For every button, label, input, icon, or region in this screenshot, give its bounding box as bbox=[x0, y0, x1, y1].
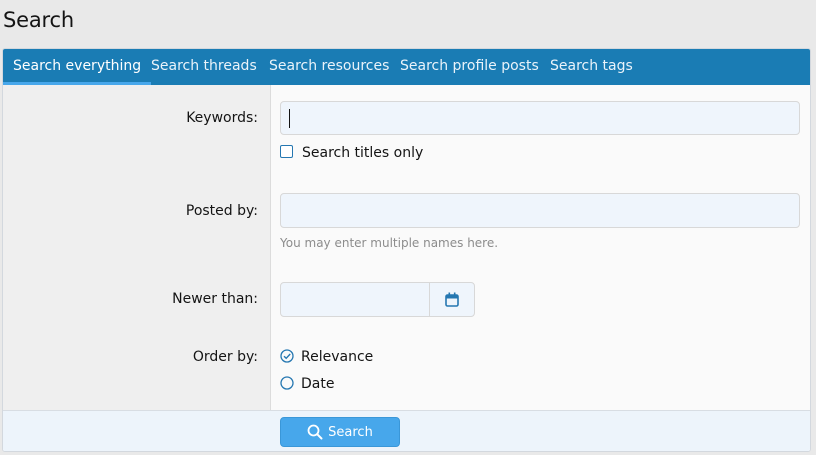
search-tabs: Search everything Search threads Search … bbox=[3, 49, 810, 85]
search-submit-button[interactable]: Search bbox=[280, 417, 400, 447]
posted-by-hint: You may enter multiple names here. bbox=[280, 236, 499, 250]
posted-by-input[interactable] bbox=[280, 193, 800, 228]
tab-search-threads[interactable]: Search threads bbox=[151, 49, 257, 85]
text-caret bbox=[289, 109, 290, 128]
date-picker-button[interactable] bbox=[429, 283, 474, 316]
order-by-label: Order by: bbox=[192, 349, 258, 365]
newer-than-date-input[interactable] bbox=[280, 282, 475, 317]
tab-search-resources[interactable]: Search resources bbox=[269, 49, 389, 85]
search-icon bbox=[307, 424, 323, 440]
form-footer: Search bbox=[3, 410, 810, 451]
tab-search-everything[interactable]: Search everything bbox=[3, 49, 152, 85]
posted-by-label: Posted by: bbox=[185, 203, 258, 219]
search-button-label: Search bbox=[328, 424, 373, 440]
search-titles-only-label: Search titles only bbox=[302, 145, 424, 161]
search-titles-only-checkbox[interactable]: Search titles only bbox=[280, 145, 423, 161]
page-title: Search bbox=[3, 8, 74, 32]
keywords-input[interactable] bbox=[280, 101, 800, 135]
order-by-relevance-radio[interactable]: Relevance bbox=[280, 349, 373, 365]
radio-checked-icon bbox=[280, 349, 294, 363]
tab-search-profile-posts[interactable]: Search profile posts bbox=[400, 49, 539, 85]
checkbox-box[interactable] bbox=[280, 145, 293, 158]
calendar-icon bbox=[445, 292, 459, 307]
radio-unchecked-icon bbox=[280, 376, 294, 390]
relevance-label: Relevance bbox=[301, 349, 374, 365]
search-form-block: Search everything Search threads Search … bbox=[2, 48, 811, 452]
keywords-label: Keywords: bbox=[186, 110, 258, 126]
tab-search-tags[interactable]: Search tags bbox=[550, 49, 633, 85]
order-by-date-radio[interactable]: Date bbox=[280, 376, 334, 392]
newer-than-label: Newer than: bbox=[172, 291, 258, 307]
date-label: Date bbox=[301, 376, 335, 392]
